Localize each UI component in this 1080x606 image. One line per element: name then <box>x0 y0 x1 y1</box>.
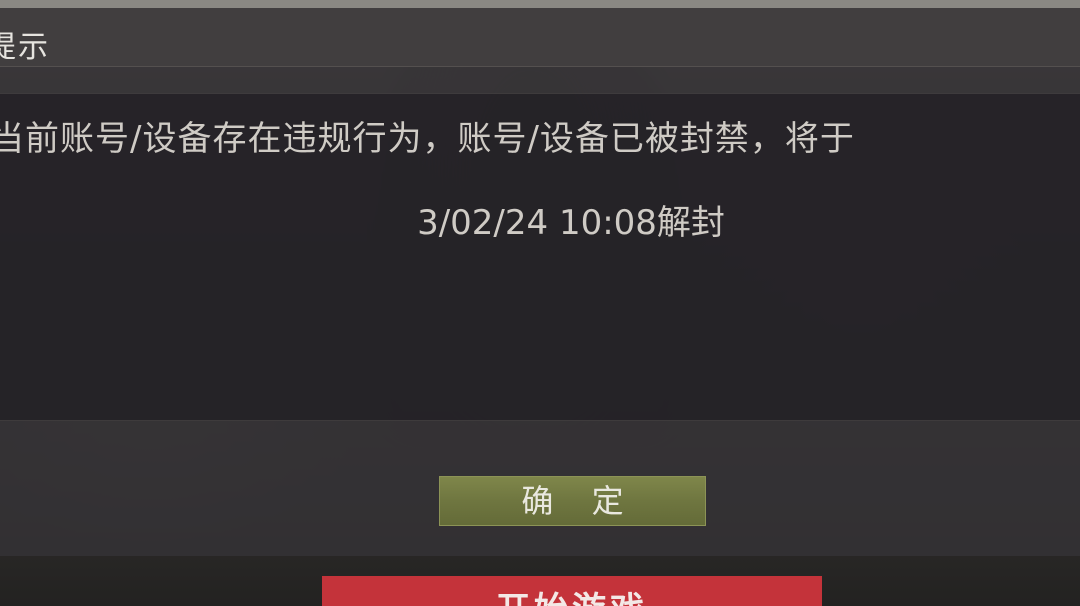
ban-message-line-2: 3/02/24 10:08解封 <box>417 203 725 243</box>
game-background: 开始游戏 提示 当前账号/设备存在违规行为，账号/设备已被封禁，将于 3/02/… <box>0 0 1080 606</box>
start-game-label: 开始游戏 <box>322 582 822 606</box>
ban-notice-dialog: 提示 当前账号/设备存在违规行为，账号/设备已被封禁，将于 3/02/24 10… <box>0 8 1080 556</box>
start-game-button: 开始游戏 <box>322 576 822 606</box>
confirm-button[interactable]: 确 定 <box>439 476 706 526</box>
dialog-header: 提示 <box>0 8 1080 67</box>
dialog-title: 提示 <box>0 30 50 65</box>
ban-message-line-1: 当前账号/设备存在违规行为，账号/设备已被封禁，将于 <box>0 119 855 159</box>
top-strip <box>0 0 1080 8</box>
confirm-button-label: 确 定 <box>521 482 638 520</box>
